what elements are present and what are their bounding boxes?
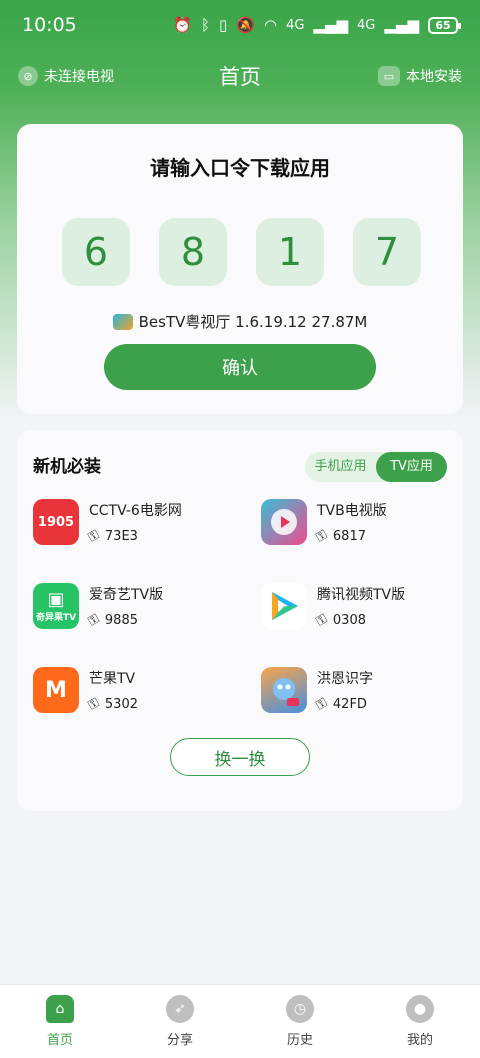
app-code: 9885 (104, 613, 138, 628)
battery-level: 65 (435, 18, 451, 32)
app-type-toggle: 手机应用 TV应用 (305, 452, 447, 482)
app-code-row: ⚿ 5302 (85, 695, 138, 714)
shuffle-button[interactable]: 换一换 (170, 738, 310, 776)
app-code-row: ⚿ 42FD (313, 695, 373, 714)
status-icons: ⏰ ᛒ ▯ 🔕 ◠ 4G ▂▄▆ 4G ▂▄▆ 65 (173, 15, 461, 34)
app-code-row: ⚿ 73E3 (85, 527, 182, 546)
code-card: 请输入口令下载应用 6 8 1 7 BesTV粤视厅 1.6.19.12 27.… (17, 124, 463, 414)
bluetooth-icon: ᛒ (201, 15, 211, 34)
app-item[interactable]: ▣ 奇异果TV 爱奇艺TV版 ⚿ 9885 (33, 582, 233, 630)
code-digit-3[interactable]: 1 (256, 218, 324, 286)
app-item[interactable]: 腾讯视频TV版 ⚿ 0308 (261, 582, 461, 630)
bottom-nav: ⌂ 首页 ➶ 分享 ◷ 历史 ● 我的 (0, 984, 480, 1058)
alarm-icon: ⏰ (173, 15, 192, 34)
app-name: 芒果TV (89, 671, 136, 687)
app-item[interactable]: 洪恩识字 ⚿ 42FD (261, 666, 461, 714)
local-install-button[interactable]: ▭ 本地安装 (378, 66, 462, 86)
key-icon: ⚿ (313, 695, 330, 714)
tv-connection-label: 未连接电视 (44, 69, 114, 85)
app-name: 洪恩识字 (317, 671, 373, 687)
recommended-apps-card: 新机必装 手机应用 TV应用 1905 CCTV-6电影网 ⚿ 73E3 TVB电… (17, 430, 463, 811)
app-name: 爱奇艺TV版 (89, 587, 164, 603)
status-bar: 10:05 ⏰ ᛒ ▯ 🔕 ◠ 4G ▂▄▆ 4G ▂▄▆ 65 (0, 0, 480, 50)
nav-share-label: 分享 (166, 1033, 193, 1048)
nav-share[interactable]: ➶ 分享 (120, 985, 240, 1058)
app-code-row: ⚿ 9885 (85, 611, 163, 630)
mute-icon: 🔕 (236, 15, 255, 34)
signal-1-icon: ▂▄▆ (313, 15, 349, 34)
key-icon: ⚿ (85, 695, 102, 714)
nav-home[interactable]: ⌂ 首页 (0, 985, 120, 1058)
key-icon: ⚿ (85, 527, 102, 546)
mango-tv-logo-icon: M (33, 667, 79, 713)
play-icon (271, 509, 297, 535)
code-digit-2[interactable]: 8 (159, 218, 227, 286)
app-info-text: BesTV粤视厅 1.6.19.12 27.87M (138, 313, 368, 331)
app-code: 6817 (332, 529, 366, 544)
tencent-play-icon (272, 592, 298, 620)
app-code: 42FD (332, 697, 367, 712)
vibrate-icon: ▯ (219, 15, 228, 34)
status-time: 10:05 (22, 14, 77, 36)
nav-profile-label: 我的 (406, 1033, 433, 1048)
app-name: CCTV-6电影网 (89, 503, 182, 519)
install-icon: ▭ (378, 66, 400, 86)
code-card-title: 请输入口令下载应用 (150, 156, 330, 180)
app-info: BesTV粤视厅 1.6.19.12 27.87M (17, 311, 463, 332)
app-name: 腾讯视频TV版 (317, 587, 406, 603)
battery-icon: 65 (428, 16, 461, 34)
tv-connection-button[interactable]: ⊘ 未连接电视 (18, 66, 114, 86)
tab-phone-apps[interactable]: 手机应用 (305, 452, 376, 482)
app-item[interactable]: 1905 CCTV-6电影网 ⚿ 73E3 (33, 498, 233, 546)
compass-icon: ➶ (166, 995, 194, 1023)
app-item[interactable]: M 芒果TV ⚿ 5302 (33, 666, 233, 714)
iqiyi-logo-icon: ▣ 奇异果TV (33, 583, 79, 629)
nav-history-label: 历史 (286, 1033, 313, 1048)
tv-glyph-icon: ▣ (47, 589, 65, 610)
code-digit-4[interactable]: 7 (353, 218, 421, 286)
tencent-video-logo-icon (261, 583, 307, 629)
app-code: 0308 (332, 613, 366, 628)
tvb-logo-icon (261, 499, 307, 545)
clock-icon: ◷ (286, 995, 314, 1023)
app-logo-text: 奇异果TV (35, 613, 77, 623)
app-code: 5302 (104, 697, 138, 712)
nav-history[interactable]: ◷ 历史 (240, 985, 360, 1058)
app-code-row: ⚿ 0308 (313, 611, 405, 630)
nav-home-label: 首页 (46, 1033, 73, 1048)
signal-2-icon: ▂▄▆ (384, 15, 419, 34)
cctv6-logo-icon: 1905 (33, 499, 79, 545)
key-icon: ⚿ (85, 611, 102, 630)
wifi-icon: ◠ (263, 15, 278, 34)
signal-2-label: 4G (357, 17, 376, 33)
app-logo-text: 1905 (37, 514, 75, 530)
section-title: 新机必装 (33, 457, 101, 477)
mascot-icon (273, 678, 299, 706)
code-input-group[interactable]: 6 8 1 7 (62, 218, 421, 286)
code-digit-1[interactable]: 6 (62, 218, 130, 286)
nav-profile[interactable]: ● 我的 (360, 985, 480, 1058)
app-code: 73E3 (104, 529, 138, 544)
key-icon: ⚿ (313, 611, 330, 630)
confirm-button[interactable]: 确认 (104, 344, 376, 390)
app-name: TVB电视版 (317, 503, 387, 519)
tab-tv-apps[interactable]: TV应用 (376, 452, 447, 482)
home-icon: ⌂ (46, 995, 74, 1023)
top-bar: ⊘ 未连接电视 首页 ▭ 本地安装 (0, 55, 480, 97)
bestv-logo-icon (112, 313, 133, 330)
app-code-row: ⚿ 6817 (313, 527, 387, 546)
app-item[interactable]: TVB电视版 ⚿ 6817 (261, 498, 461, 546)
signal-1-label: 4G (286, 17, 305, 33)
hongen-logo-icon (261, 667, 307, 713)
local-install-label: 本地安装 (406, 69, 462, 85)
tv-disconnected-icon: ⊘ (18, 66, 38, 86)
user-icon: ● (406, 995, 434, 1023)
app-logo-text: M (45, 677, 67, 703)
key-icon: ⚿ (313, 527, 330, 546)
